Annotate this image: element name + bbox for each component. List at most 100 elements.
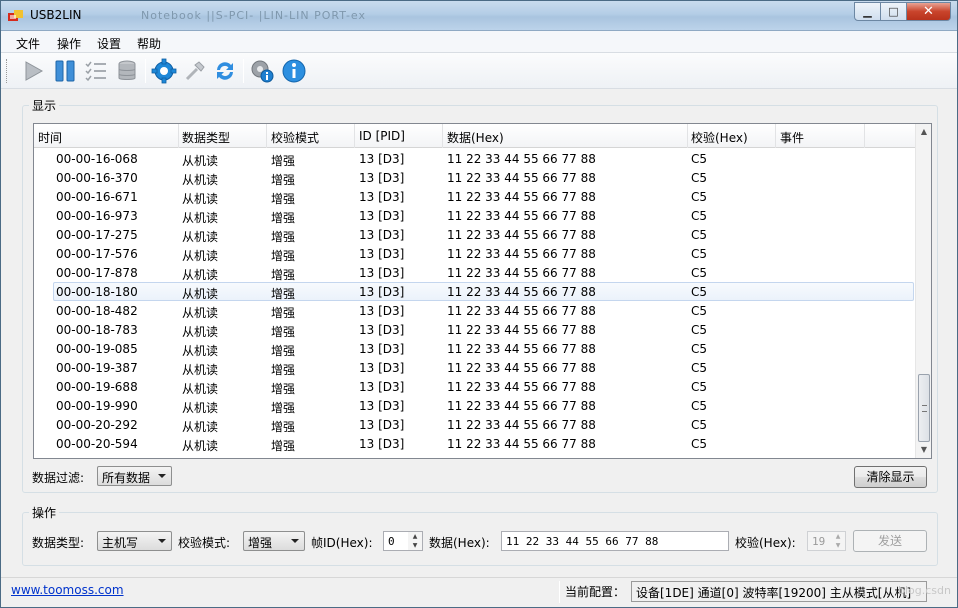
minimize-button[interactable]: ▁ (854, 2, 881, 21)
column-header-check-mode[interactable]: 校验模式 (271, 129, 319, 146)
table-row[interactable]: 00-00-20-292 从机读 增强 13 [D3] 11 22 33 44 55 6… (34, 415, 916, 434)
spin-up-icon[interactable]: ▲ (408, 532, 422, 541)
table-row[interactable]: 00-00-17-576 从机读 增强 13 [D3] 11 22 33 44 55 6… (34, 244, 916, 263)
column-header-checksum-hex[interactable]: 校验(Hex) (691, 129, 748, 146)
send-button[interactable]: 发送 (853, 530, 927, 552)
cell-check-mode: 增强 (271, 439, 296, 453)
cell-check-mode: 增强 (271, 344, 296, 358)
start-button[interactable] (19, 57, 47, 85)
scroll-down-arrow-icon[interactable]: ▼ (916, 442, 931, 458)
table-row[interactable]: 00-00-19-688 从机读 增强 13 [D3] 11 22 33 44 55 6… (34, 377, 916, 396)
cell-data-hex: 11 22 33 44 55 66 77 88 (447, 342, 596, 356)
cell-checksum: C5 (691, 342, 708, 356)
app-window: USB2LIN Notebook ||S-PCI- |LIN-LIN PORT-… (0, 0, 958, 608)
close-button[interactable]: ✕ (907, 2, 951, 21)
menu-operation[interactable]: 操作 (57, 35, 81, 52)
refresh-button[interactable] (211, 57, 239, 85)
frame-id-input[interactable] (383, 531, 409, 551)
table-row[interactable]: 00-00-20-594 从机读 增强 13 [D3] 11 22 33 44 55 6… (34, 434, 916, 453)
cell-checksum: C5 (691, 209, 708, 223)
table-row[interactable]: 00-00-18-482 从机读 增强 13 [D3] 11 22 33 44 55 6… (34, 301, 916, 320)
frame-id-label: 帧ID(Hex): (311, 536, 373, 550)
cell-id-pid: 13 [D3] (359, 285, 405, 299)
cell-time: 00-00-18-783 (56, 323, 138, 337)
table-row[interactable]: 00-00-18-180 从机读 增强 13 [D3] 11 22 33 44 55 6… (53, 282, 914, 301)
title-bar[interactable]: USB2LIN Notebook ||S-PCI- |LIN-LIN PORT-… (1, 1, 957, 31)
cell-time: 00-00-16-671 (56, 190, 138, 204)
frame-id-spinner[interactable]: ▲ ▼ (408, 531, 423, 551)
cell-data-type: 从机读 (182, 154, 219, 168)
scrollbar-thumb[interactable] (918, 374, 930, 442)
column-header-event[interactable]: 事件 (780, 129, 804, 146)
cell-time: 00-00-18-180 (56, 285, 138, 299)
column-header-time[interactable]: 时间 (38, 129, 62, 146)
data-type-select-value: 主机写 (102, 536, 139, 550)
column-header-data-type[interactable]: 数据类型 (182, 129, 230, 146)
table-row[interactable]: 00-00-17-878 从机读 增强 13 [D3] 11 22 33 44 55 6… (34, 263, 916, 282)
cell-check-mode: 增强 (271, 268, 296, 282)
menu-settings[interactable]: 设置 (97, 35, 121, 52)
cell-data-type: 从机读 (182, 287, 219, 301)
data-hex-input[interactable] (501, 531, 729, 551)
cell-time: 00-00-16-370 (56, 171, 138, 185)
cell-check-mode: 增强 (271, 211, 296, 225)
vertical-scrollbar[interactable]: ▲ ▼ (915, 124, 931, 458)
cell-check-mode: 增强 (271, 306, 296, 320)
toolbar (1, 53, 957, 89)
cell-data-hex: 11 22 33 44 55 66 77 88 (447, 152, 596, 166)
help-button[interactable] (280, 57, 308, 85)
scroll-up-arrow-icon[interactable]: ▲ (916, 124, 931, 140)
cell-checksum: C5 (691, 171, 708, 185)
table-row[interactable]: 00-00-16-068 从机读 增强 13 [D3] 11 22 33 44 55 6… (34, 149, 916, 168)
cell-time: 00-00-18-482 (56, 304, 138, 318)
table-row[interactable]: 00-00-17-275 从机读 增强 13 [D3] 11 22 33 44 55 6… (34, 225, 916, 244)
table-row[interactable]: 00-00-19-085 从机读 增强 13 [D3] 11 22 33 44 55 6… (34, 339, 916, 358)
website-link[interactable]: www.toomoss.com (11, 583, 124, 597)
check-mode-select[interactable]: 增强 (243, 531, 305, 551)
device-info-button[interactable] (248, 57, 276, 85)
data-type-select[interactable]: 主机写 (97, 531, 172, 551)
menu-help[interactable]: 帮助 (137, 35, 161, 52)
cell-check-mode: 增强 (271, 173, 296, 187)
cell-checksum: C5 (691, 247, 708, 261)
refresh-icon (217, 62, 233, 80)
menu-file[interactable]: 文件 (16, 35, 40, 52)
message-table[interactable]: 时间 数据类型 校验模式 ID [PID] 数据(Hex) 校验(Hex) 事件… (33, 123, 932, 459)
maximize-button[interactable]: □ (881, 2, 907, 21)
cell-data-type: 从机读 (182, 249, 219, 263)
cell-time: 00-00-16-068 (56, 152, 138, 166)
spin-down-icon[interactable]: ▼ (408, 541, 422, 550)
filter-select[interactable]: 所有数据 (97, 466, 172, 486)
table-row[interactable]: 00-00-16-973 从机读 增强 13 [D3] 11 22 33 44 55 6… (34, 206, 916, 225)
cell-id-pid: 13 [D3] (359, 304, 405, 318)
toolbar-grip[interactable] (6, 59, 9, 83)
table-row[interactable]: 00-00-18-783 从机读 增强 13 [D3] 11 22 33 44 55 6… (34, 320, 916, 339)
cell-checksum: C5 (691, 190, 708, 204)
table-row[interactable]: 00-00-16-671 从机读 增强 13 [D3] 11 22 33 44 55 6… (34, 187, 916, 206)
cell-data-type: 从机读 (182, 401, 219, 415)
cell-data-type: 从机读 (182, 173, 219, 187)
cell-checksum: C5 (691, 228, 708, 242)
pause-button[interactable] (51, 57, 79, 85)
cell-data-hex: 11 22 33 44 55 66 77 88 (447, 228, 596, 242)
database-button[interactable] (113, 57, 141, 85)
table-row[interactable]: 00-00-16-370 从机读 增强 13 [D3] 11 22 33 44 55 6… (34, 168, 916, 187)
cell-data-hex: 11 22 33 44 55 66 77 88 (447, 380, 596, 394)
spin-down-icon: ▼ (835, 542, 841, 549)
clear-display-button[interactable]: 清除显示 (854, 466, 927, 488)
table-row[interactable]: 00-00-19-387 从机读 增强 13 [D3] 11 22 33 44 55 6… (34, 358, 916, 377)
cell-data-hex: 11 22 33 44 55 66 77 88 (447, 247, 596, 261)
column-header-data-hex[interactable]: 数据(Hex) (447, 129, 504, 146)
checklist-button[interactable] (82, 57, 110, 85)
watermark-text: blog.csdn (898, 584, 951, 597)
settings-button[interactable] (150, 57, 178, 85)
table-row[interactable]: 00-00-19-990 从机读 增强 13 [D3] 11 22 33 44 55 6… (34, 396, 916, 415)
current-config-label: 当前配置： (565, 585, 626, 599)
cell-check-mode: 增强 (271, 230, 296, 244)
cell-id-pid: 13 [D3] (359, 228, 405, 242)
cell-data-hex: 11 22 33 44 55 66 77 88 (447, 190, 596, 204)
column-header-id-pid[interactable]: ID [PID] (359, 129, 405, 143)
checksum-input (807, 531, 832, 551)
cell-time: 00-00-20-594 (56, 437, 138, 451)
tools-button[interactable] (181, 57, 209, 85)
